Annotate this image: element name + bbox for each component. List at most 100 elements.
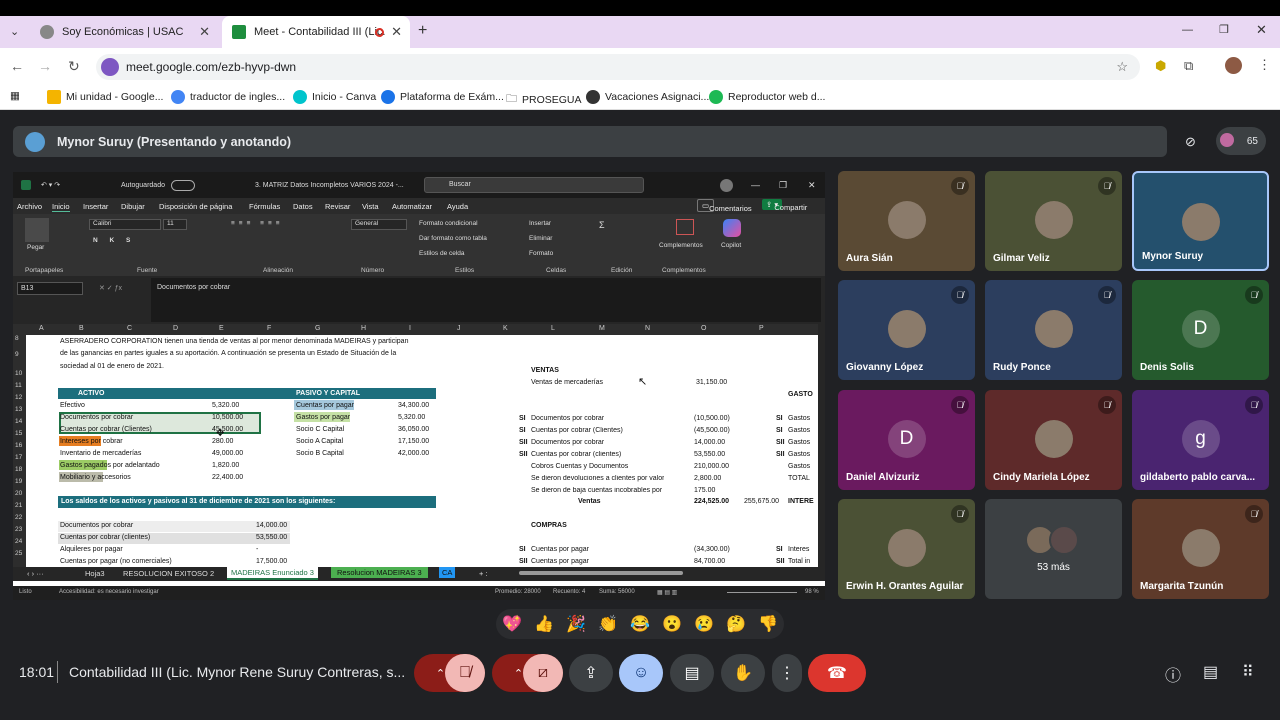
column-header[interactable]: G xyxy=(315,325,320,332)
sheet-tab-hoja3[interactable]: Hoja3 xyxy=(85,569,105,578)
column-header[interactable]: A xyxy=(39,325,44,332)
mic-button[interactable]: ⌃ 🎙̸ xyxy=(414,654,485,692)
reaction-emoji[interactable]: 😂 xyxy=(627,611,653,637)
bookmark-prosegua[interactable]: 🗀 PROSEGUA xyxy=(506,90,582,109)
menu-ayuda[interactable]: Ayuda xyxy=(447,202,468,211)
zoom-slider[interactable] xyxy=(727,592,797,593)
search-box[interactable]: Buscar xyxy=(424,177,644,193)
view-buttons[interactable]: ▦ ▤ ▥ xyxy=(657,589,677,596)
column-header[interactable]: I xyxy=(409,325,411,332)
tab-economicas[interactable]: Soy Económicas | USAC ✕ xyxy=(30,16,218,48)
row-header[interactable]: 20 xyxy=(15,490,22,497)
row-header[interactable]: 15 xyxy=(15,430,22,437)
bookmark-canva[interactable]: Inicio - Canva xyxy=(293,90,376,104)
row-header[interactable]: 23 xyxy=(15,526,22,533)
row-header[interactable]: 14 xyxy=(15,418,22,425)
undo-icon[interactable]: ↶ ▾ ↷ xyxy=(41,181,60,189)
copilot-icon[interactable] xyxy=(723,219,741,237)
reaction-emoji[interactable]: 💖 xyxy=(499,611,525,637)
column-header[interactable]: J xyxy=(457,325,461,332)
column-header[interactable]: K xyxy=(503,325,508,332)
column-header[interactable]: D xyxy=(173,325,178,332)
sheet-tab-resolucion-madeiras[interactable]: Resolucion MADEIRAS 3 xyxy=(331,567,428,578)
column-header[interactable]: F xyxy=(267,325,271,332)
menu-formulas[interactable]: Fórmulas xyxy=(249,202,280,211)
leave-call-button[interactable]: ☎ xyxy=(808,654,866,692)
chevron-up-icon[interactable]: ⌃ xyxy=(514,667,523,680)
participant-tile[interactable]: D 🎙̸ Daniel Alvizuriz xyxy=(838,390,975,490)
participant-tile[interactable]: 🎙̸ Margarita Tzunún xyxy=(1132,499,1269,599)
bookmark-vacaciones[interactable]: Vacaciones Asignaci... xyxy=(586,90,709,104)
more-participants-tile[interactable]: 53 más xyxy=(985,499,1122,599)
forward-icon[interactable]: → xyxy=(38,58,52,74)
column-header[interactable]: N xyxy=(645,325,650,332)
close-icon[interactable]: ✕ xyxy=(199,24,210,40)
menu-inicio[interactable]: Inicio xyxy=(52,202,70,212)
row-header[interactable]: 9 xyxy=(15,351,19,358)
menu-vista[interactable]: Vista xyxy=(362,202,379,211)
vertical-scrollbar[interactable] xyxy=(818,324,825,567)
participant-tile[interactable]: g 🎙̸ gildaberto pablo carva... xyxy=(1132,390,1269,490)
hide-stage-icon[interactable]: ⊘ xyxy=(1185,134,1196,150)
row-header[interactable]: 10 xyxy=(15,370,22,377)
add-sheet-icon[interactable]: + : xyxy=(479,569,488,578)
autosave-toggle[interactable] xyxy=(171,179,195,191)
row-header[interactable]: 11 xyxy=(15,382,22,389)
format-cells-button[interactable]: Formato xyxy=(529,250,553,257)
minimize-icon[interactable]: — xyxy=(1182,24,1193,36)
bookmark-star-icon[interactable]: ☆ xyxy=(1116,59,1128,75)
font-style-buttons[interactable]: N K S xyxy=(93,237,135,244)
spreadsheet-grid[interactable]: ASERRADERO CORPORATION tienen una tienda… xyxy=(26,335,818,567)
url-field[interactable]: meet.google.com/ezb-hyvp-dwn ☆ xyxy=(96,54,1140,80)
participant-tile[interactable]: 🎙̸ Rudy Ponce xyxy=(985,280,1122,380)
window-close-icon[interactable]: ✕ xyxy=(1256,22,1267,38)
sheet-tab-ca[interactable]: CA xyxy=(439,567,456,578)
restore-icon[interactable]: ❐ xyxy=(1219,23,1229,36)
tab-meet[interactable]: Meet - Contabilidad III (Lic. ✕ xyxy=(222,16,410,48)
row-header[interactable]: 22 xyxy=(15,514,22,521)
addins-icon[interactable] xyxy=(676,219,694,235)
column-header[interactable]: M xyxy=(599,325,605,332)
reload-icon[interactable]: ↻ xyxy=(68,58,80,75)
font-select[interactable]: Calibri xyxy=(89,219,161,230)
paste-icon[interactable] xyxy=(25,218,49,242)
row-header[interactable]: 19 xyxy=(15,478,22,485)
tab-search-icon[interactable]: ⌄ xyxy=(10,25,19,38)
column-header[interactable]: B xyxy=(79,325,84,332)
participant-tile[interactable]: 🎙̸ Giovanny López xyxy=(838,280,975,380)
column-header[interactable]: H xyxy=(361,325,366,332)
bookmark-drive[interactable]: Mi unidad - Google... xyxy=(47,90,163,104)
fx-icon[interactable]: ✕ ✓ ƒx xyxy=(99,284,122,292)
horizontal-scrollbar[interactable] xyxy=(519,571,683,575)
mic-off-icon[interactable]: 🎙̸ xyxy=(445,654,485,692)
conditional-format-button[interactable]: Formato condicional xyxy=(419,220,478,227)
row-header[interactable]: 17 xyxy=(15,454,22,461)
new-tab-icon[interactable]: + xyxy=(418,22,427,40)
number-format-select[interactable]: General xyxy=(351,219,407,230)
insert-cells-button[interactable]: Insertar xyxy=(529,220,551,227)
participant-tile[interactable]: Mynor Suruy xyxy=(1132,171,1269,271)
row-header[interactable]: 21 xyxy=(15,502,22,509)
reactions-button[interactable]: ☺ xyxy=(619,654,663,692)
minimize-icon[interactable]: — xyxy=(751,180,760,190)
menu-revisar[interactable]: Revisar xyxy=(325,202,350,211)
column-header[interactable]: P xyxy=(759,325,764,332)
column-header[interactable]: C xyxy=(127,325,132,332)
apps-icon[interactable]: ▦ xyxy=(10,90,20,102)
menu-dibujar[interactable]: Dibujar xyxy=(121,202,145,211)
participants-button[interactable]: 65 xyxy=(1216,127,1266,155)
alignment-buttons[interactable]: ≡≡≡ ≡≡≡ xyxy=(231,220,284,227)
close-icon[interactable]: ✕ xyxy=(808,180,816,191)
menu-automatizar[interactable]: Automatizar xyxy=(392,202,432,211)
reaction-emoji[interactable]: 😮 xyxy=(659,611,685,637)
extension-icon[interactable]: ⬢ xyxy=(1155,58,1166,74)
row-header[interactable]: 18 xyxy=(15,466,22,473)
sheet-prev-icon[interactable]: ‹ › ··· xyxy=(27,569,44,578)
format-table-button[interactable]: Dar formato como tabla xyxy=(419,235,487,242)
puzzle-icon[interactable]: ⧉ xyxy=(1184,58,1193,74)
comments-button[interactable]: ▭ Comentarios xyxy=(697,199,752,213)
chat-icon[interactable]: ▤ xyxy=(1203,662,1218,682)
bookmark-plataforma[interactable]: Plataforma de Exám... xyxy=(381,90,504,104)
user-avatar[interactable] xyxy=(720,178,733,192)
close-icon[interactable]: ✕ xyxy=(391,24,402,40)
